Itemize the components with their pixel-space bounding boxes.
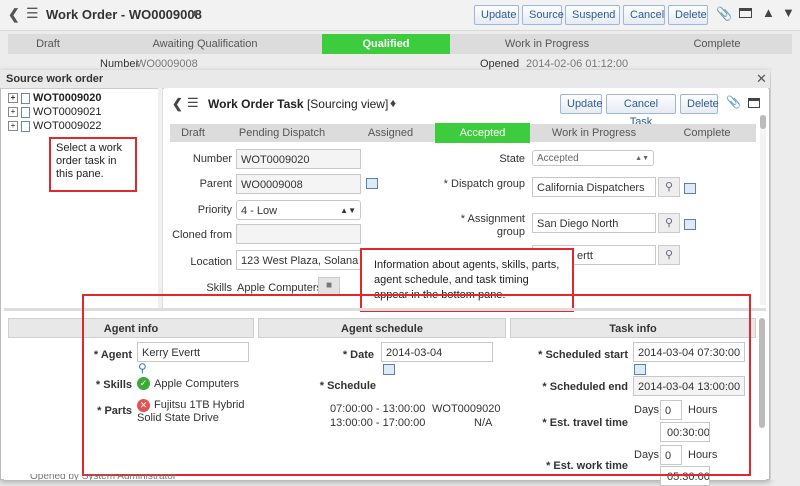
callout-select-task: Select a work order task in this pane. (49, 137, 137, 192)
dispatch-label: * Dispatch group (443, 178, 525, 190)
arrow-up-icon[interactable]: ▲ (762, 5, 775, 20)
tree-item-label[interactable]: WOT0009022 (33, 120, 101, 132)
state-value: Accepted (537, 153, 579, 164)
parent-label: Parent (199, 178, 232, 190)
task-update-button[interactable]: Update (560, 94, 602, 114)
folder-icon[interactable] (739, 8, 752, 18)
assignment-field[interactable]: San Diego North (532, 213, 656, 233)
assignment-search-icon[interactable]: ⚲ (658, 213, 680, 233)
task-folder-icon[interactable] (748, 98, 760, 108)
location-label: Location (190, 256, 232, 268)
task-stage-accepted: Accepted (435, 123, 530, 143)
task-title: Work Order Task [Sourcing view] (208, 97, 388, 111)
task-tag-icon[interactable]: ♦ (390, 96, 396, 110)
state-label: State (499, 153, 525, 165)
tag-icon[interactable]: ♦ (192, 6, 198, 20)
dispatch-label-text: Dispatch group (451, 178, 525, 190)
number-field[interactable]: WOT0009020 (236, 149, 361, 169)
skills-value: Apple Computers (237, 282, 322, 294)
attachment-icon[interactable]: 📎 (716, 6, 732, 22)
cancel-button[interactable]: Cancel (623, 5, 665, 25)
task-stage-assigned: Assigned (367, 127, 414, 139)
expand-icon[interactable]: + (8, 93, 18, 104)
popup-close-icon[interactable]: ✕ (756, 71, 767, 87)
menu-icon[interactable]: ☰ (26, 5, 39, 22)
back-chevron-icon[interactable]: ❮ (8, 6, 20, 23)
task-scroll-thumb[interactable] (760, 115, 766, 129)
dispatch-info-icon[interactable] (684, 183, 696, 194)
assignment-label: * Assignment group (460, 213, 525, 238)
tree-item-label[interactable]: WOT0009021 (33, 106, 101, 118)
tree-item[interactable]: + WOT0009021 (8, 105, 101, 119)
outer-number-label: Number (100, 58, 140, 70)
delete-button[interactable]: Delete (668, 5, 708, 25)
outer-opened-value: 2014-02-06 01:12:00 (526, 58, 629, 70)
callout-bottom-pane-border (82, 294, 751, 476)
parent-field[interactable]: WO0009008 (236, 174, 361, 194)
footer-text: Opened by System Administrator (30, 474, 177, 480)
task-scrollbar[interactable] (760, 115, 766, 305)
document-icon (21, 120, 30, 132)
location-field[interactable]: 123 West Plaza, Solana B (236, 250, 361, 270)
outer-stage-qualified: Qualified (322, 34, 450, 54)
skills-label: Skills (206, 282, 232, 294)
assigned-search-icon[interactable]: ⚲ (658, 245, 680, 265)
expand-icon[interactable]: + (8, 121, 18, 132)
pane-divider[interactable] (158, 88, 163, 308)
cloned-label: Cloned from (172, 229, 232, 241)
task-cancel-button[interactable]: Cancel Task (606, 94, 676, 128)
dispatch-field[interactable]: California Dispatchers (532, 177, 656, 197)
task-stage-wip: Work in Progress (551, 127, 637, 139)
priority-value: 4 - Low (241, 205, 278, 217)
tree-item[interactable]: + WOT0009022 (8, 119, 101, 133)
task-stage-draft: Draft (181, 127, 205, 139)
tree-item[interactable]: + WOT0009020 (8, 91, 101, 105)
outer-stage-complete: Complete (693, 38, 741, 50)
page-title: Work Order - WO0009008 (46, 7, 202, 22)
document-icon (21, 106, 30, 118)
task-stage-complete: Complete (683, 127, 731, 139)
tree-item-label[interactable]: WOT0009020 (33, 92, 101, 104)
outer-stage-wip: Work in Progress (504, 38, 590, 50)
popup-title-bar (0, 70, 770, 89)
expand-icon[interactable]: + (8, 107, 18, 118)
arrow-down-icon[interactable]: ▼ (782, 5, 795, 20)
assignment-info-icon[interactable] (684, 219, 696, 230)
priority-label: Priority (197, 204, 232, 216)
assignment-label-text: Assignment group (467, 213, 525, 238)
callout-select-task-text: Select a work order task in this pane. (56, 142, 123, 180)
skills-lock-icon: ■ (318, 277, 340, 295)
outer-stage-awaiting: Awaiting Qualification (152, 38, 258, 50)
task-view-label: [Sourcing view] (306, 97, 389, 111)
bottom-scrollbar-thumb[interactable] (759, 318, 765, 428)
source-button[interactable]: Source (522, 5, 564, 25)
right-edge-strip (771, 70, 800, 480)
outer-stage-draft: Draft (36, 38, 60, 50)
outer-number-value: WO0009008 (136, 58, 198, 70)
number-label: Number (192, 153, 232, 165)
task-back-icon[interactable]: ❮ (172, 96, 183, 112)
priority-select[interactable]: 4 - Low ▲▼ (236, 200, 361, 220)
outer-opened-label: Opened (480, 58, 520, 70)
suspend-button[interactable]: Suspend (565, 5, 620, 25)
popup-title: Source work order (6, 73, 104, 85)
state-select[interactable]: Accepted ▲▼ (532, 150, 654, 166)
select-chevron-icon: ▲▼ (635, 155, 649, 162)
cloned-field[interactable] (236, 224, 361, 244)
dispatch-search-icon[interactable]: ⚲ (658, 177, 680, 197)
task-stage-pending: Pending Dispatch (238, 127, 326, 139)
task-title-text: Work Order Task (208, 97, 304, 111)
task-attachment-icon[interactable]: 📎 (726, 95, 741, 109)
task-delete-button[interactable]: Delete (680, 94, 719, 114)
update-button[interactable]: Update (474, 5, 519, 25)
task-menu-icon[interactable]: ☰ (187, 95, 199, 111)
select-chevron-icon: ▲▼ (340, 206, 356, 215)
parent-info-icon[interactable] (366, 178, 378, 189)
document-icon (21, 92, 30, 104)
